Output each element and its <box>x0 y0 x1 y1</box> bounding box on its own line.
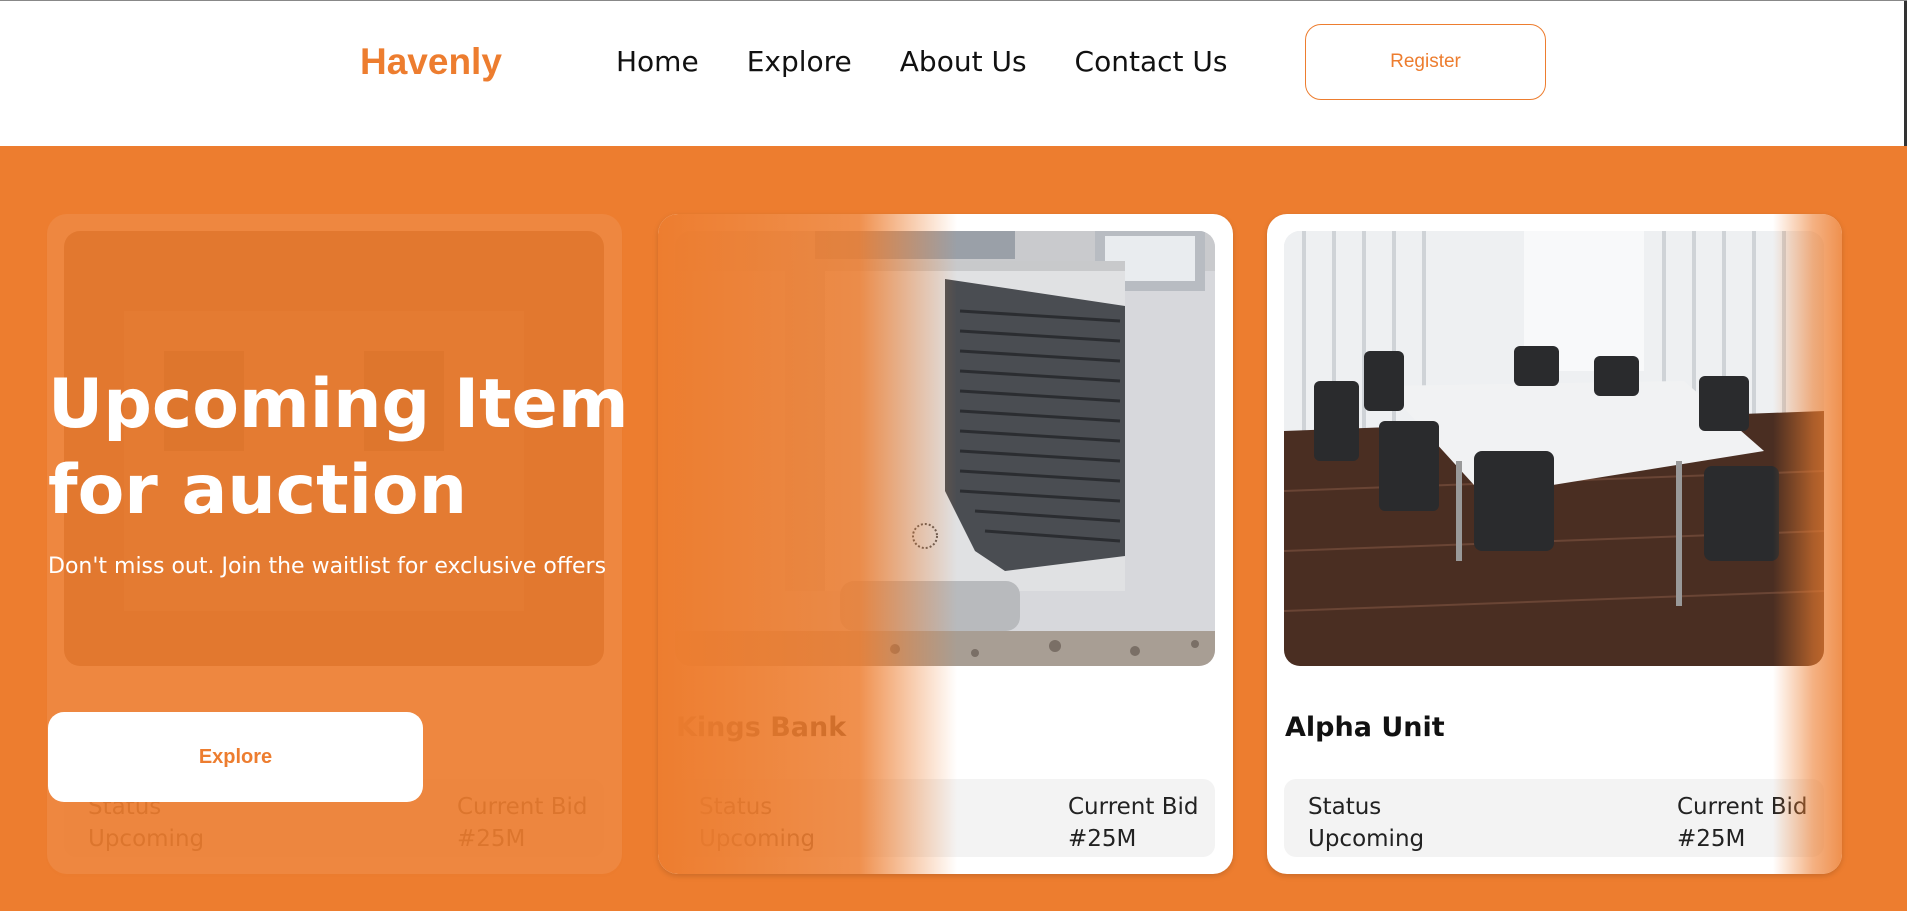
bid-value: #25M <box>457 826 526 852</box>
site-header: Havenly Home Explore About Us Contact Us… <box>0 0 1907 147</box>
nav-contact-us[interactable]: Contact Us <box>1075 45 1228 78</box>
status-label: Status <box>1308 794 1382 820</box>
status-value: Upcoming <box>1308 826 1425 852</box>
status-value: Upcoming <box>699 826 816 852</box>
hero-subtitle: Don't miss out. Join the waitlist for ex… <box>48 554 607 579</box>
nav-explore[interactable]: Explore <box>747 45 852 78</box>
explore-button[interactable]: Explore <box>48 712 423 802</box>
status-label: Status <box>699 794 773 820</box>
bid-value: #25M <box>1677 826 1746 852</box>
conference-room-photo <box>1284 231 1824 666</box>
card-info: Status Upcoming Current Bid #25M <box>1284 779 1824 857</box>
nav-about-us[interactable]: About Us <box>900 45 1027 78</box>
hero-section: Status Upcoming Current Bid #25M Kings B… <box>0 146 1907 911</box>
heat-pump-unit-photo <box>675 231 1215 666</box>
card-title: Alpha Unit <box>1285 712 1445 743</box>
auction-card-kings-bank[interactable]: Kings Bank Status Upcoming Current Bid #… <box>658 214 1233 874</box>
status-value: Upcoming <box>88 826 205 852</box>
hero-title: Upcoming Item for auction <box>48 365 629 530</box>
register-button[interactable]: Register <box>1305 24 1546 100</box>
bid-label: Current Bid <box>457 794 588 820</box>
card-info: Status Upcoming Current Bid #25M <box>675 779 1215 857</box>
main-nav: Home Explore About Us Contact Us <box>616 45 1227 78</box>
bid-value: #25M <box>1068 826 1137 852</box>
card-title: Kings Bank <box>676 712 847 743</box>
auction-card-alpha-unit[interactable]: Alpha Unit Status Upcoming Current Bid #… <box>1267 214 1842 874</box>
nav-home[interactable]: Home <box>616 45 699 78</box>
bid-label: Current Bid <box>1068 794 1199 820</box>
bid-label: Current Bid <box>1677 794 1808 820</box>
logo[interactable]: Havenly <box>360 41 502 83</box>
